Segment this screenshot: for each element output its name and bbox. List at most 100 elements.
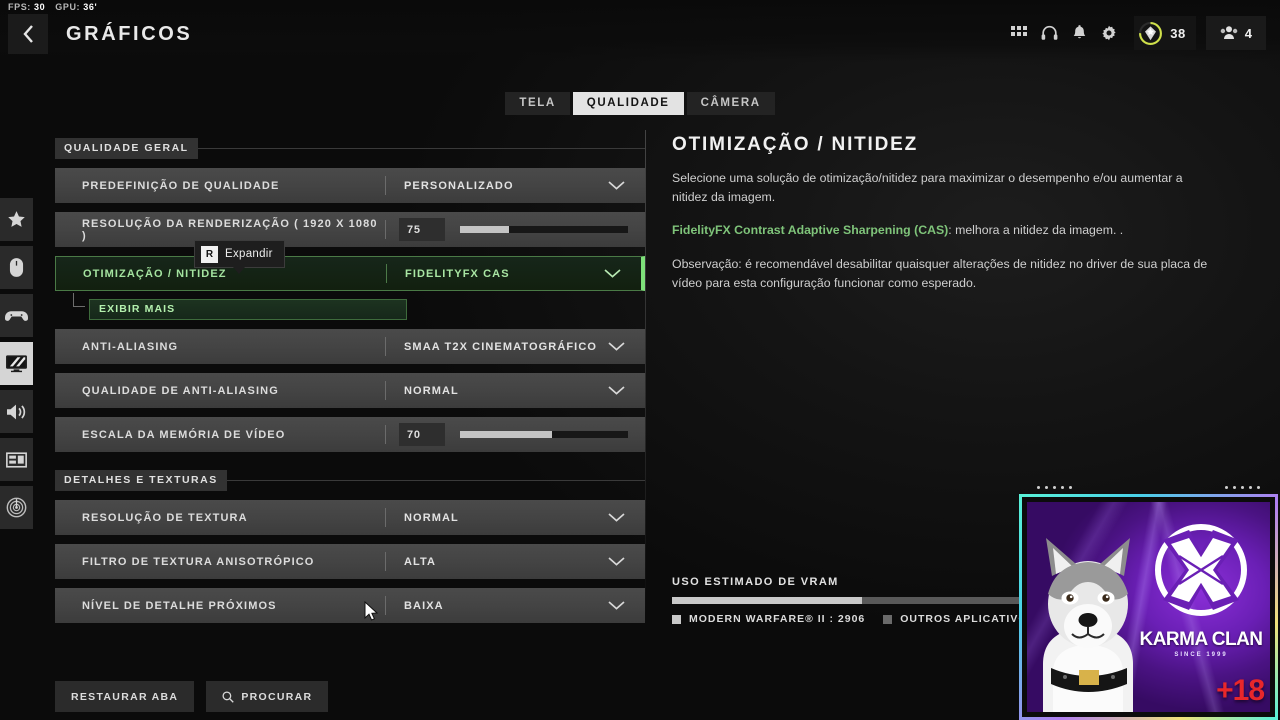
clan-name: KARMA CLAN <box>1139 629 1263 650</box>
webcam-overlay-card: KARMA CLAN SINCE 1999 +18 <box>1019 494 1278 720</box>
setting-row-predefinicao-de-qualidade[interactable]: PREDEFINIÇÃO DE QUALIDADE PERSONALIZADO <box>55 168 645 203</box>
dot-group-right <box>1225 486 1260 495</box>
chevron-down-icon[interactable] <box>608 177 625 195</box>
legend-swatch-icon <box>672 614 681 624</box>
game-settings-screen: FPS: 30 GPU: 36' GRÁFICOS 38 4 TELA QUAL… <box>0 0 1280 720</box>
legend-swatch-icon <box>883 614 893 624</box>
clan-subtitle: SINCE 1999 <box>1174 652 1228 658</box>
chevron-down-icon[interactable] <box>608 338 625 356</box>
setting-row-otimizacao-nitidez[interactable]: OTIMIZAÇÃO / NITIDEZ FIDELITYFX CAS R Ex… <box>55 240 645 291</box>
top-bar: GRÁFICOS 38 4 <box>0 0 1280 62</box>
rail-item-accessibility[interactable] <box>0 486 33 529</box>
panel-divider <box>645 130 646 625</box>
tree-elbow <box>73 293 85 307</box>
group-title: DETALHES E TEXTURAS <box>55 470 227 491</box>
group-divider <box>226 480 645 481</box>
slider-track[interactable] <box>460 226 628 233</box>
detail-green-term: FidelityFX Contrast Adaptive Sharpening … <box>672 223 949 238</box>
bell-icon[interactable] <box>1064 16 1094 50</box>
tab-camera[interactable]: CÂMERA <box>686 92 775 115</box>
back-button[interactable] <box>8 14 48 54</box>
husky-avatar <box>1043 538 1133 712</box>
vram-bar <box>672 597 1068 604</box>
setting-label: RESOLUÇÃO DE TEXTURA <box>82 511 248 524</box>
setting-label: QUALIDADE DE ANTI-ALIASING <box>82 384 279 397</box>
battlepass-level: 38 <box>1170 25 1186 41</box>
battlepass-badge[interactable]: 38 <box>1134 16 1196 50</box>
party-members-icon <box>1220 26 1238 39</box>
monitor-graphics-icon <box>6 355 27 373</box>
slider-fill <box>460 431 553 438</box>
rail-item-gamepad[interactable] <box>0 294 33 337</box>
party-badge[interactable]: 4 <box>1205 16 1266 50</box>
gamepad-icon <box>5 310 28 321</box>
tab-bar: TELA QUALIDADE CÂMERA <box>0 92 1280 115</box>
tab-qualidade[interactable]: QUALIDADE <box>572 92 684 115</box>
rail-item-audio[interactable] <box>0 390 33 433</box>
slider-value: 70 <box>399 423 445 446</box>
accessibility-radar-icon <box>6 497 27 518</box>
gear-icon[interactable] <box>1094 16 1124 50</box>
fps-label: FPS: <box>8 2 31 12</box>
legend-label: MODERN WARFARE® II : 2906 <box>689 613 866 625</box>
slider-track[interactable] <box>460 431 628 438</box>
setting-value: PERSONALIZADO <box>404 179 514 192</box>
setting-label: FILTRO DE TEXTURA ANISOTRÓPICO <box>82 555 315 568</box>
chevron-down-icon[interactable] <box>604 265 621 283</box>
tab-tela[interactable]: TELA <box>505 92 570 115</box>
tooltip-label: Expandir <box>225 248 273 260</box>
overlay-card-dots <box>1019 483 1278 495</box>
setting-label: OTIMIZAÇÃO / NITIDEZ <box>83 267 227 280</box>
clan-logo-block: KARMA CLAN SINCE 1999 <box>1138 518 1264 658</box>
clan-emblem-icon <box>1155 524 1247 616</box>
gpu-value: 36' <box>83 2 98 12</box>
chevron-down-icon[interactable] <box>608 509 625 527</box>
detail-green-rest: : melhora a nitidez da imagem. . <box>948 223 1124 238</box>
party-count: 4 <box>1244 25 1252 41</box>
expand-tooltip: R Expandir <box>194 240 285 274</box>
top-right-icons: 38 4 <box>1004 16 1266 50</box>
age-rating-badge: +18 <box>1216 674 1265 707</box>
interface-layout-icon <box>6 451 27 468</box>
setting-row-anti-aliasing[interactable]: ANTI-ALIASING SMAA T2X CINEMATOGRÁFICO <box>55 329 645 364</box>
setting-row-escala-da-memoria-de-video[interactable]: ESCALA DA MEMÓRIA DE VÍDEO 70 <box>55 417 645 452</box>
group-header-qualidade-geral: QUALIDADE GERAL <box>55 138 645 159</box>
setting-value: ALTA <box>404 555 437 568</box>
search-icon <box>222 690 235 703</box>
page-title: GRÁFICOS <box>66 22 193 45</box>
slider-value: 75 <box>399 218 445 241</box>
chevron-down-icon[interactable] <box>608 553 625 571</box>
chevron-down-icon[interactable] <box>608 382 625 400</box>
rail-item-star[interactable] <box>0 198 33 241</box>
setting-label: ESCALA DA MEMÓRIA DE VÍDEO <box>82 428 286 441</box>
webcam-content: KARMA CLAN SINCE 1999 +18 <box>1027 502 1270 712</box>
setting-row-resolucao-da-renderizacao[interactable]: RESOLUÇÃO DA RENDERIZAÇÃO ( 1920 X 1080 … <box>55 212 645 247</box>
search-button[interactable]: PROCURAR <box>206 681 329 712</box>
rail-item-graphics[interactable] <box>0 342 33 385</box>
setting-value: BAIXA <box>404 599 444 612</box>
restore-tab-label: RESTAURAR ABA <box>71 690 179 703</box>
row-divider <box>385 220 386 239</box>
dot <box>1257 486 1260 489</box>
bottom-button-bar: RESTAURAR ABA PROCURAR <box>55 681 329 712</box>
setting-row-resolucao-de-textura[interactable]: RESOLUÇÃO DE TEXTURA NORMAL <box>55 500 645 535</box>
show-more-button[interactable]: EXIBIR MAIS <box>89 298 407 320</box>
setting-label: PREDEFINIÇÃO DE QUALIDADE <box>82 179 280 192</box>
dot <box>1037 486 1040 489</box>
restore-tab-button[interactable]: RESTAURAR ABA <box>55 681 195 712</box>
mouse-icon <box>9 258 24 277</box>
chevron-down-icon[interactable] <box>608 597 625 615</box>
detail-paragraph-1: Selecione uma solução de otimização/niti… <box>672 171 1183 204</box>
rail-item-interface[interactable] <box>0 438 33 481</box>
headset-icon[interactable] <box>1034 16 1064 50</box>
dot <box>1053 486 1056 489</box>
setting-label: ANTI-ALIASING <box>82 340 179 353</box>
setting-row-filtro-de-textura-anisotropico[interactable]: FILTRO DE TEXTURA ANISOTRÓPICO ALTA <box>55 544 645 579</box>
group-header-detalhes-e-texturas: DETALHES E TEXTURAS <box>55 470 645 491</box>
grid-icon[interactable] <box>1004 16 1034 50</box>
setting-value: SMAA T2X CINEMATOGRÁFICO <box>404 340 598 353</box>
rail-item-mouse[interactable] <box>0 246 33 289</box>
setting-row-nivel-de-detalhe-proximos[interactable]: NÍVEL DE DETALHE PRÓXIMOS BAIXA <box>55 588 645 623</box>
vram-title: USO ESTIMADO DE VRAM <box>672 576 839 588</box>
setting-row-qualidade-de-anti-aliasing[interactable]: QUALIDADE DE ANTI-ALIASING NORMAL <box>55 373 645 408</box>
